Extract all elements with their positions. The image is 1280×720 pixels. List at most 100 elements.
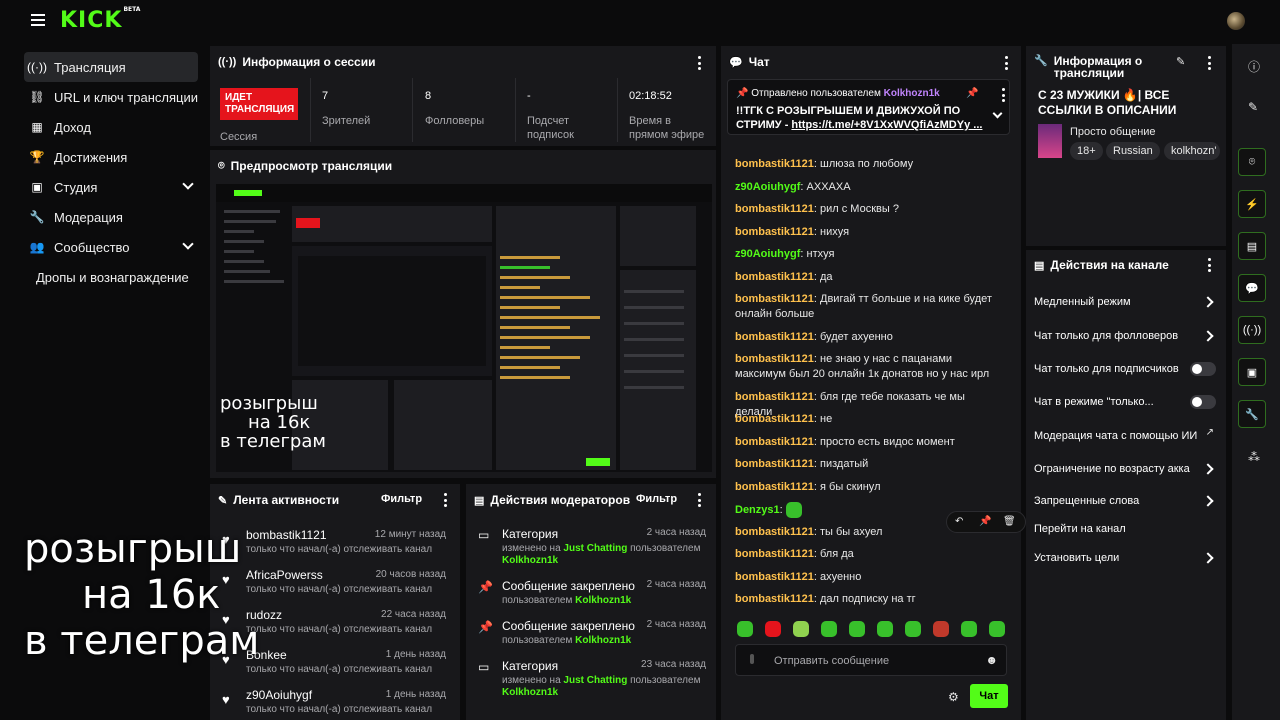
pin-icon[interactable]: 📌 [979, 516, 991, 527]
trash-icon[interactable]: 🗑 [1003, 516, 1016, 527]
chat-message[interactable]: bombastik1121: не [735, 412, 1005, 427]
chat-message[interactable]: bombastik1121: нихуя [735, 225, 1005, 240]
channel-action-row[interactable]: Медленный режим [1034, 291, 1204, 313]
preview-icon[interactable]: ⌾ [1238, 148, 1266, 176]
chat-text: ахуенно [820, 571, 862, 583]
stream-preview[interactable]: розыгрыш на 16к в телеграм [216, 184, 712, 472]
community-icon[interactable]: ⁂ [1248, 450, 1260, 464]
channel-action-row[interactable]: Чат в режиме "только... [1034, 391, 1204, 413]
chevron-right-icon[interactable] [1202, 552, 1214, 564]
chat-username: bombastik1121 [735, 436, 814, 448]
chevron-right-icon[interactable] [1202, 296, 1214, 308]
toggle-switch[interactable] [1190, 395, 1216, 409]
sidebar-item-drops[interactable]: Дропы и вознаграждение [24, 262, 198, 292]
chat-message[interactable]: bombastik1121: пиздатый [735, 457, 1005, 472]
lightning-icon[interactable]: ⚡ [1238, 190, 1266, 218]
channel-action-row[interactable]: Чат только для фолловеров [1034, 325, 1204, 347]
chat-message[interactable]: bombastik1121: не знаю у нас с пацанами … [735, 352, 1005, 382]
studio-icon[interactable]: ▣ [1238, 358, 1266, 386]
panel-title: ((·)) Информация о сессии [218, 55, 376, 69]
followers-label: Фолловеры [425, 115, 485, 127]
channel-action-row[interactable]: Перейти на канал [1034, 518, 1216, 540]
chat-input[interactable]: Отправить сообщение ☻ [735, 644, 1007, 676]
sidebar-item-achievements[interactable]: 🏆 Достижения [24, 142, 198, 172]
chat-icon[interactable]: 💬 [1238, 274, 1266, 302]
sidebar-item-income[interactable]: ▦ Доход [24, 112, 198, 142]
sidebar-item-moderation[interactable]: 🔧 Модерация [24, 202, 198, 232]
emote-icon[interactable] [737, 621, 753, 637]
chat-message[interactable]: bombastik1121: Двигай тт больше и на кик… [735, 292, 1005, 322]
reply-icon[interactable]: ↶ [955, 516, 963, 527]
emote-icon[interactable] [989, 621, 1005, 637]
channel-action-row[interactable]: Чат только для подписчиков [1034, 358, 1204, 380]
pinned-message[interactable]: 📌 Отправлено пользователем Kolkhozn1k 📌 … [727, 79, 1010, 135]
external-link-icon[interactable]: ↗ [1206, 427, 1214, 438]
emote-icon[interactable] [933, 621, 949, 637]
edit-icon[interactable]: ✎ [1176, 55, 1185, 68]
chat-message[interactable]: bombastik1121: рил с Москвы ? [735, 202, 1005, 217]
toggle-switch[interactable] [1190, 362, 1216, 376]
emoji-icon[interactable]: ☻ [985, 653, 998, 667]
more-options-icon[interactable] [1001, 56, 1011, 70]
channel-action-row[interactable]: Ограничение по возрасту акка [1034, 458, 1204, 480]
more-options-icon[interactable] [998, 88, 1008, 102]
info-icon[interactable]: ⓘ [1248, 58, 1260, 75]
chat-message[interactable]: bombastik1121: будет ахуенно [735, 330, 1005, 345]
more-options-icon[interactable] [1204, 56, 1214, 70]
emote-picker-icon[interactable] [750, 654, 754, 664]
channel-action-row[interactable]: Установить цели [1034, 547, 1204, 569]
tag-chip[interactable]: kolkhozn' [1164, 142, 1220, 160]
emote-icon[interactable] [765, 621, 781, 637]
sidebar-item-broadcast[interactable]: ((·)) Трансляция [24, 52, 198, 82]
emote-icon[interactable] [821, 621, 837, 637]
broadcast-icon[interactable]: ((·)) [1238, 316, 1266, 344]
channel-action-row[interactable]: Модерация чата с помощью ИИ [1034, 423, 1204, 449]
chat-message[interactable]: bombastik1121: шлюза по любому [735, 157, 1005, 172]
unpin-icon[interactable]: 📌 [966, 88, 978, 99]
pinned-link[interactable]: https://t.me/+8V1XxWVQfiAzMDYy ... [791, 119, 982, 131]
tag-chip[interactable]: 18+ [1070, 142, 1103, 160]
filter-button[interactable]: Фильтр [381, 493, 422, 505]
more-options-icon[interactable] [694, 493, 704, 507]
chevron-down-icon[interactable] [992, 108, 1003, 119]
settings-icon[interactable]: ⚙ [948, 690, 959, 704]
chat-message[interactable]: bombastik1121: бля да [735, 547, 1005, 562]
user-avatar[interactable] [1227, 12, 1245, 30]
preview-session [292, 206, 492, 242]
more-options-icon[interactable] [694, 56, 704, 70]
category-name[interactable]: Просто общение [1070, 126, 1156, 138]
chat-message[interactable]: z90Aoiuhygf: АХХАХА [735, 180, 1005, 195]
chat-message[interactable]: bombastik1121: ахуенно [735, 570, 1005, 585]
kick-logo[interactable]: KICKBETA [60, 6, 140, 33]
channel-action-row[interactable]: Запрещенные слова [1034, 490, 1204, 512]
menu-icon[interactable] [31, 14, 45, 26]
more-options-icon[interactable] [440, 493, 450, 507]
emote-icon[interactable] [961, 621, 977, 637]
category-thumbnail[interactable] [1038, 124, 1062, 158]
edit-icon[interactable]: ✎ [1248, 100, 1258, 114]
document-icon[interactable]: ▤ [1238, 232, 1266, 260]
chat-message[interactable]: bombastik1121: я бы скинул [735, 480, 1005, 495]
tag-chip[interactable]: Russian [1106, 142, 1160, 160]
filter-button[interactable]: Фильтр [636, 493, 677, 505]
wrench-icon[interactable]: 🔧 [1238, 400, 1266, 428]
emote-icon[interactable] [877, 621, 893, 637]
sidebar-item-url-key[interactable]: ⛓ URL и ключ трансляции [24, 82, 198, 112]
chevron-right-icon[interactable] [1202, 463, 1214, 475]
chat-text: да [820, 271, 833, 283]
emote-icon[interactable] [905, 621, 921, 637]
chat-message[interactable]: bombastik1121: да [735, 270, 1005, 285]
sidebar-item-community[interactable]: 👥 Сообщество [24, 232, 198, 262]
send-chat-button[interactable]: Чат [970, 684, 1008, 708]
chevron-right-icon[interactable] [1202, 495, 1214, 507]
emote-icon[interactable] [793, 621, 809, 637]
chevron-right-icon[interactable] [1202, 330, 1214, 342]
sidebar-item-label: Трансляция [54, 59, 126, 75]
chat-message[interactable]: bombastik1121: дал подписку на тг [735, 592, 1005, 607]
emote-icon[interactable] [849, 621, 865, 637]
sidebar-item-label: Сообщество [54, 239, 130, 255]
chat-message[interactable]: bombastik1121: просто есть видос момент [735, 435, 1005, 450]
sidebar-item-studio[interactable]: ▣ Студия [24, 172, 198, 202]
chat-message[interactable]: z90Aoiuhygf: нтхуя [735, 247, 1005, 262]
more-options-icon[interactable] [1204, 258, 1214, 272]
